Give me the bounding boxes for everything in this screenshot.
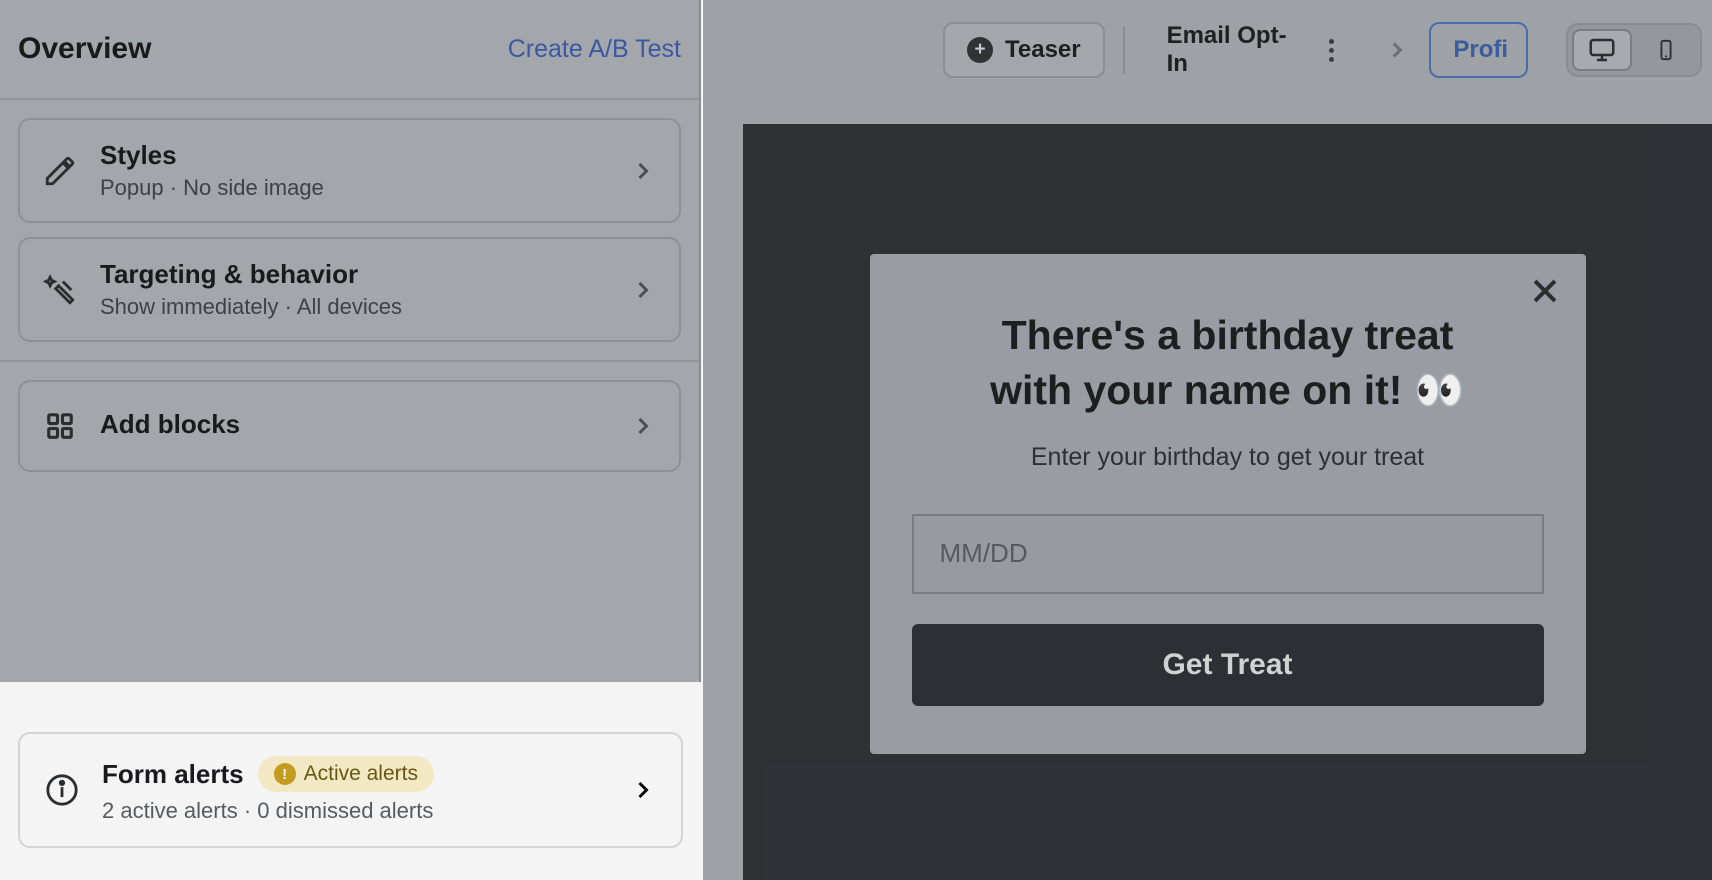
device-toggle	[1566, 23, 1702, 77]
birthday-placeholder: MM/DD	[940, 538, 1028, 569]
page-title: Overview	[18, 32, 151, 66]
preview-canvas: There's a birthday treat with your name …	[743, 124, 1712, 880]
editor-sidebar: Overview Create A/B Test Styles Popup · …	[0, 0, 701, 880]
close-icon[interactable]	[1528, 274, 1562, 308]
chevron-right-icon	[629, 776, 657, 804]
chevron-right-icon	[629, 412, 657, 440]
card-add-blocks[interactable]: Add blocks	[18, 380, 681, 472]
card-styles[interactable]: Styles Popup · No side image	[18, 118, 681, 223]
card-subtitle: Popup · No side image	[100, 175, 607, 201]
popup-preview: There's a birthday treat with your name …	[870, 254, 1586, 754]
birthday-input[interactable]: MM/DD	[912, 514, 1544, 594]
kebab-menu-icon[interactable]	[1323, 39, 1340, 62]
device-desktop-button[interactable]	[1572, 29, 1632, 71]
chevron-right-icon[interactable]	[1382, 35, 1411, 65]
alerts-subtitle: 2 active alerts · 0 dismissed alerts	[102, 798, 607, 824]
teaser-button[interactable]: + Teaser	[943, 22, 1105, 78]
card-title: Targeting & behavior	[100, 259, 607, 290]
separator	[1123, 26, 1125, 74]
sidebar-header: Overview Create A/B Test	[0, 0, 699, 100]
card-form-alerts[interactable]: Form alerts ! Active alerts 2 active ale…	[18, 732, 683, 848]
get-treat-button[interactable]: Get Treat	[912, 624, 1544, 706]
chevron-right-icon	[629, 276, 657, 304]
card-title: Add blocks	[100, 409, 607, 440]
breadcrumb-label: Email Opt-In	[1167, 22, 1304, 78]
plus-circle-icon: +	[967, 37, 993, 63]
card-title: Styles	[100, 140, 607, 171]
form-alerts-section: Form alerts ! Active alerts 2 active ale…	[0, 682, 701, 880]
popup-headline-line1: There's a birthday treat	[1002, 312, 1454, 358]
breadcrumb-email-optin[interactable]: Email Opt-In	[1143, 8, 1365, 92]
magic-wand-icon	[42, 272, 78, 308]
active-alerts-badge: ! Active alerts	[258, 756, 434, 792]
preview-topbar: + Teaser Email Opt-In Profi	[703, 0, 1712, 100]
pencil-icon	[42, 153, 78, 189]
sidebar-body: Styles Popup · No side image Targeting &…	[0, 100, 699, 504]
blocks-grid-icon	[42, 408, 78, 444]
teaser-label: Teaser	[1005, 36, 1081, 64]
popup-subtext[interactable]: Enter your birthday to get your treat	[912, 443, 1544, 472]
preview-pane: + Teaser Email Opt-In Profi There	[703, 0, 1712, 880]
device-mobile-button[interactable]	[1636, 29, 1696, 71]
card-subtitle: Show immediately · All devices	[100, 294, 607, 320]
card-targeting-behavior[interactable]: Targeting & behavior Show immediately · …	[18, 237, 681, 342]
badge-label: Active alerts	[304, 762, 418, 786]
create-ab-test-link[interactable]: Create A/B Test	[508, 35, 681, 64]
tab-profile[interactable]: Profi	[1429, 22, 1528, 78]
chevron-right-icon	[629, 157, 657, 185]
alert-dot-icon: !	[274, 763, 296, 785]
popup-headline-line2: with your name on it! 👀	[990, 367, 1465, 413]
info-icon	[44, 772, 80, 808]
divider	[0, 360, 699, 362]
alerts-title: Form alerts	[102, 759, 244, 790]
popup-headline[interactable]: There's a birthday treat with your name …	[912, 308, 1544, 419]
